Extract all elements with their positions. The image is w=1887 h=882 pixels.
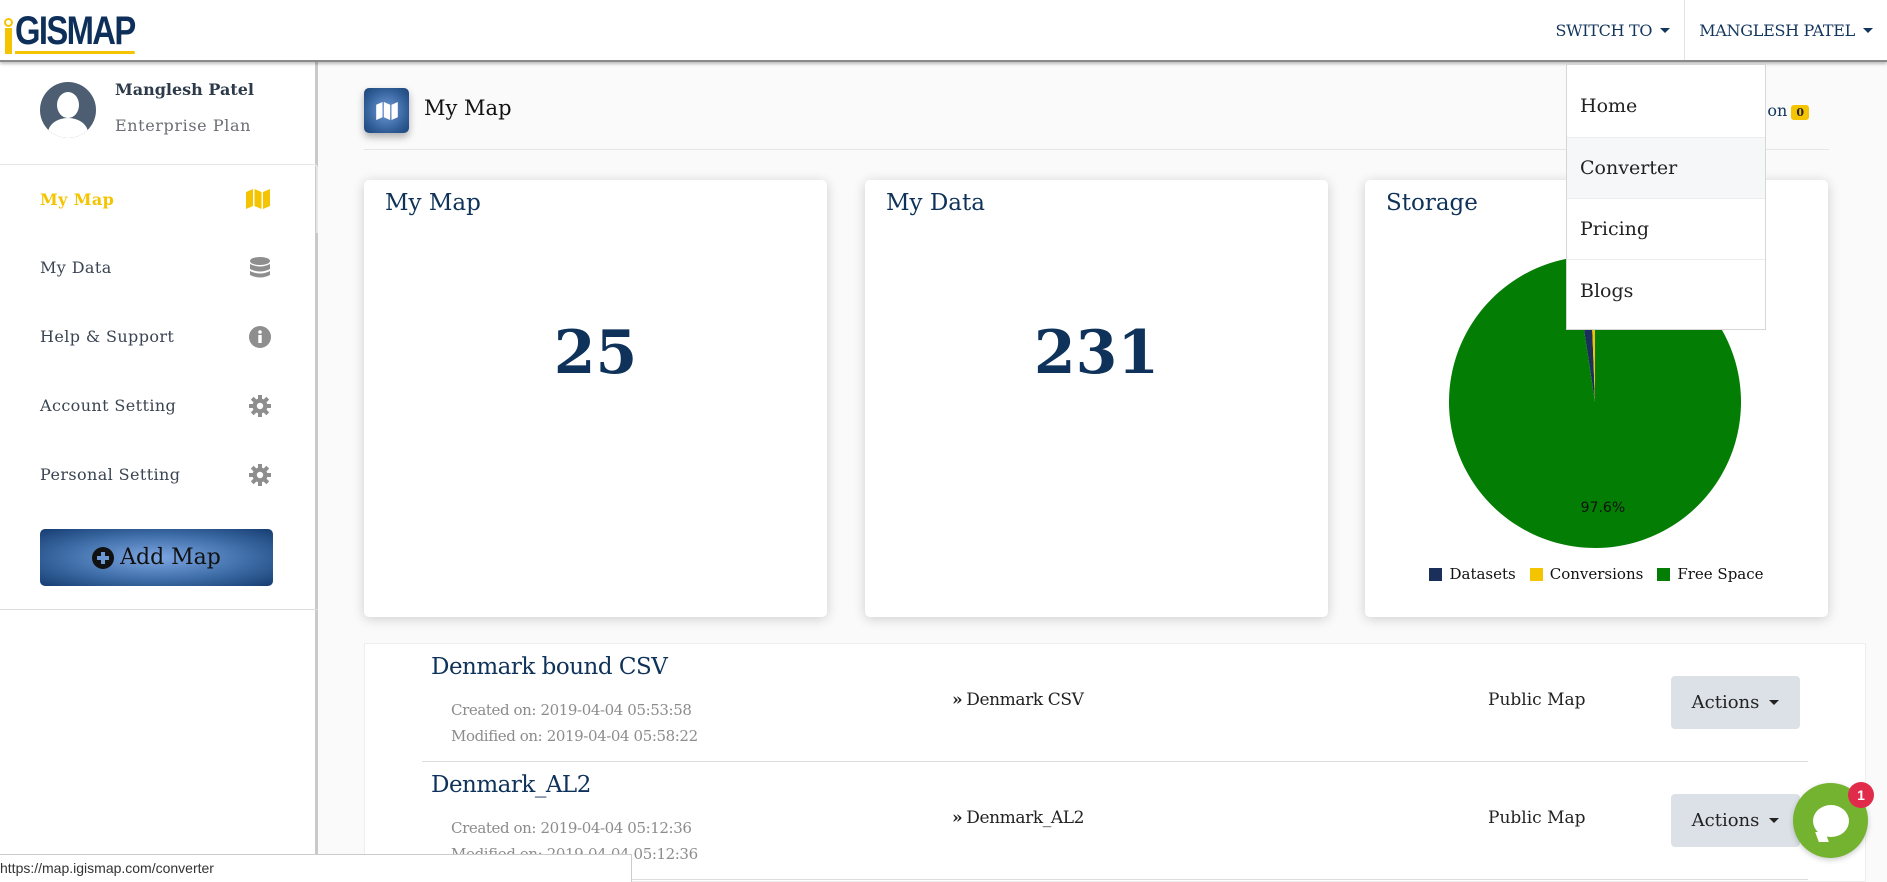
actions-dropdown-button[interactable]: Actions (1671, 676, 1800, 729)
menu-item-blogs[interactable]: Blogs (1567, 260, 1765, 321)
card-title: My Map (385, 190, 481, 216)
switch-to-menu: Home Converter Pricing Blogs (1566, 64, 1766, 330)
avatar (40, 82, 96, 138)
dataset-link[interactable]: » Denmark CSV (952, 690, 1084, 710)
sidebar-item-label: Help & Support (40, 327, 175, 346)
double-chevron-right-icon: » (952, 690, 963, 710)
my-data-card[interactable]: My Data 231 (865, 180, 1328, 617)
igismap-logo[interactable]: GISMAP (4, 9, 161, 54)
sidebar-item-label: Account Setting (40, 396, 177, 415)
caret-down-icon (1769, 818, 1780, 823)
gear-icon (248, 463, 272, 486)
notification-label: on (1767, 101, 1788, 120)
created-on: Created on: 2019-04-04 05:53:58 (451, 701, 692, 719)
map-icon (364, 88, 409, 133)
add-map-button[interactable]: Add Map (40, 529, 273, 586)
sidebar-item-personal-setting[interactable]: Personal Setting (0, 440, 318, 509)
map-icon (246, 188, 270, 210)
caret-down-icon (1660, 27, 1671, 33)
legend-item-free-space[interactable]: Free Space (1657, 565, 1764, 583)
visibility-status: Public Map (1488, 808, 1586, 828)
user-menu-label: MANGLESH PATEL (1699, 20, 1855, 40)
legend-swatch (1429, 567, 1443, 581)
dataset-name: Denmark_AL2 (966, 808, 1085, 828)
browser-status-bar: https://map.igismap.com/converter (0, 854, 632, 882)
created-on: Created on: 2019-04-04 05:12:36 (451, 819, 692, 837)
legend-item-datasets[interactable]: Datasets (1429, 565, 1516, 583)
my-map-card[interactable]: My Map 25 (364, 180, 827, 617)
sidebar-item-label: My Data (40, 258, 112, 277)
profile-plan: Enterprise Plan (115, 116, 252, 135)
list-item: Denmark bound CSV Created on: 2019-04-04… (422, 644, 1808, 762)
dataset-name: Denmark CSV (966, 690, 1084, 710)
legend-swatch (1529, 567, 1543, 581)
menu-item-pricing[interactable]: Pricing (1567, 199, 1765, 260)
logo-pin-icon (4, 18, 13, 54)
menu-item-converter[interactable]: Converter (1567, 138, 1765, 199)
pie-data-label: 97.6% (1581, 500, 1625, 516)
chat-unread-badge: 1 (1848, 782, 1874, 808)
database-icon (248, 256, 272, 279)
menu-item-home[interactable]: Home (1567, 65, 1765, 138)
logo-text: GISMAP (15, 9, 136, 54)
legend-label: Conversions (1549, 565, 1644, 583)
sidebar: Manglesh Patel Enterprise Plan My Map My… (0, 62, 318, 882)
map-list: Denmark bound CSV Created on: 2019-04-04… (364, 643, 1866, 882)
actions-label: Actions (1691, 810, 1760, 831)
double-chevron-right-icon: » (952, 808, 963, 828)
chart-legend: Datasets Conversions Free Space (1365, 565, 1828, 583)
gear-icon (248, 394, 272, 417)
user-profile: Manglesh Patel Enterprise Plan (0, 62, 318, 162)
top-nav: SWITCH TO MANGLESH PATEL (1541, 0, 1887, 60)
sidebar-item-my-data[interactable]: My Data (0, 233, 318, 302)
actions-dropdown-button[interactable]: Actions (1671, 794, 1800, 847)
visibility-status: Public Map (1488, 690, 1586, 710)
map-title-link[interactable]: Denmark bound CSV (431, 654, 668, 680)
actions-label: Actions (1691, 692, 1760, 713)
info-icon (248, 325, 272, 348)
card-title: Storage (1386, 190, 1478, 216)
top-header: GISMAP SWITCH TO MANGLESH PATEL (0, 0, 1887, 62)
map-title-link[interactable]: Denmark_AL2 (431, 772, 591, 798)
notification-badge: 0 (1791, 105, 1809, 120)
card-title: My Data (886, 190, 985, 216)
my-data-count: 231 (1033, 318, 1160, 388)
caret-down-icon (1769, 700, 1780, 705)
switch-to-dropdown[interactable]: SWITCH TO (1541, 0, 1684, 60)
user-menu-dropdown[interactable]: MANGLESH PATEL (1685, 0, 1887, 60)
my-map-count: 25 (553, 318, 638, 388)
legend-label: Free Space (1677, 565, 1764, 583)
legend-swatch (1657, 567, 1671, 581)
plus-circle-icon (92, 546, 115, 569)
sidebar-divider (0, 609, 318, 610)
chat-bubble-icon (1812, 804, 1849, 837)
add-map-label: Add Map (120, 545, 221, 570)
sidebar-item-label: Personal Setting (40, 465, 181, 484)
switch-to-label: SWITCH TO (1555, 20, 1653, 40)
sidebar-item-my-map[interactable]: My Map (0, 164, 318, 233)
profile-name: Manglesh Patel (115, 80, 254, 99)
modified-on: Modified on: 2019-04-04 05:58:22 (451, 727, 698, 745)
sidebar-item-label: My Map (40, 189, 115, 209)
legend-item-conversions[interactable]: Conversions (1529, 565, 1644, 583)
caret-down-icon (1863, 27, 1873, 33)
sidebar-item-account-setting[interactable]: Account Setting (0, 371, 318, 440)
sidebar-item-help-support[interactable]: Help & Support (0, 302, 318, 371)
dataset-link[interactable]: » Denmark_AL2 (952, 808, 1084, 828)
page-title: My Map (424, 96, 512, 120)
sidebar-menu: My Map My Data Help & Support Account Se… (0, 164, 318, 509)
notification-link[interactable]: on 0 (1767, 101, 1809, 120)
legend-label: Datasets (1449, 565, 1516, 583)
